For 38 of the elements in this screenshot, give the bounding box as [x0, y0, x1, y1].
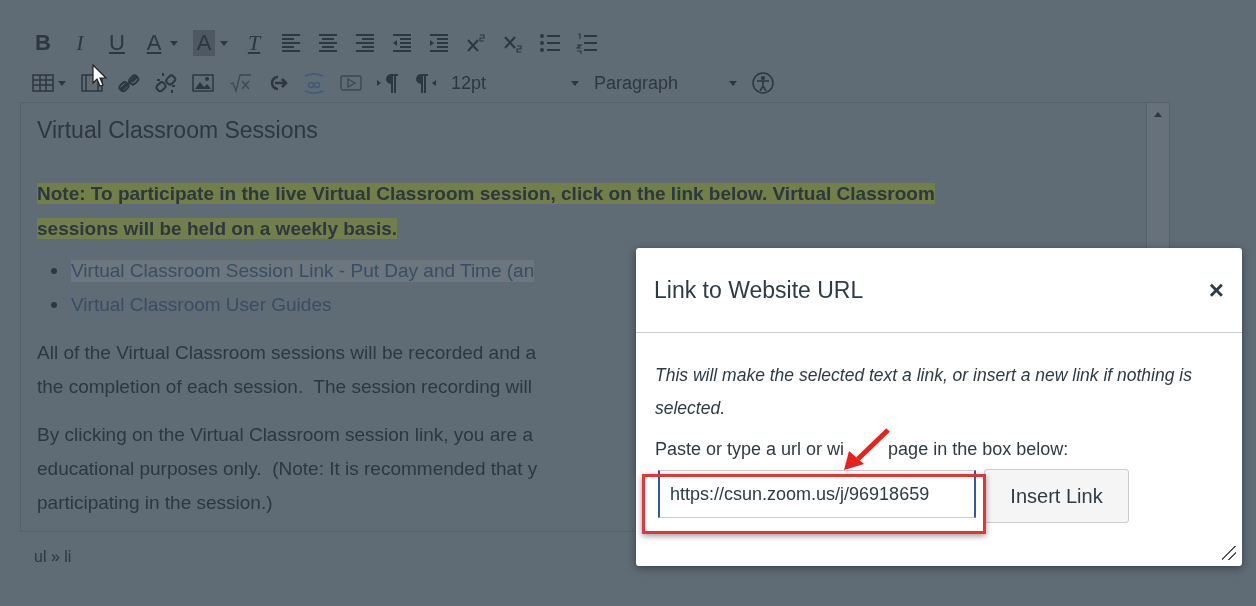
image-icon[interactable]	[192, 72, 214, 94]
link-icon[interactable]	[118, 72, 140, 94]
annotation-arrow	[844, 428, 890, 470]
align-right-icon[interactable]	[354, 32, 376, 54]
url-field[interactable]: https://csun.zoom.us/j/96918659	[658, 470, 976, 518]
bullet-icon	[51, 268, 57, 274]
numbered-list-icon[interactable]	[576, 32, 598, 54]
superscript-icon[interactable]	[465, 32, 487, 54]
table-icon[interactable]	[32, 72, 54, 94]
insert-link-button[interactable]: Insert Link	[984, 469, 1129, 523]
description-text: This will make the selected text a link, or insert a new link if nothing is selected.	[655, 364, 1193, 420]
caret-icon	[170, 40, 178, 46]
film-icon[interactable]	[81, 72, 103, 94]
cursor-icon	[92, 64, 108, 88]
accessibility-icon[interactable]	[752, 72, 774, 94]
cloud-storage-icon[interactable]	[303, 72, 325, 94]
caret-icon	[220, 40, 228, 46]
indent-icon[interactable]	[428, 32, 450, 54]
bullet-list-icon[interactable]	[539, 32, 561, 54]
square-root-icon[interactable]	[229, 72, 251, 94]
dialog-title: Link to Website URL	[654, 276, 864, 304]
prompt-text: Paste or type a url or wi	[655, 439, 845, 460]
unlink-icon[interactable]	[155, 72, 177, 94]
paragraph-rtl-icon[interactable]	[414, 72, 436, 94]
outdent-icon[interactable]	[391, 32, 413, 54]
caret-icon	[571, 80, 579, 86]
align-left-icon[interactable]	[280, 32, 302, 54]
bullet-icon	[51, 302, 57, 308]
paragraph-ltr-icon[interactable]	[377, 72, 399, 94]
caret-icon	[58, 80, 66, 86]
caret-icon	[729, 80, 737, 86]
video-icon[interactable]	[340, 72, 362, 94]
align-center-icon[interactable]	[317, 32, 339, 54]
scroll-up-icon[interactable]	[1154, 112, 1162, 117]
prompt-text: page in the box below:	[888, 439, 1069, 460]
note-text: sessions will be held on a weekly basis.	[37, 218, 398, 239]
close-button[interactable]: ×	[1208, 274, 1224, 306]
note-text: Note: To participate in the live Virtual Classroom session, click on the link below. Virtual Classroom	[37, 183, 935, 204]
